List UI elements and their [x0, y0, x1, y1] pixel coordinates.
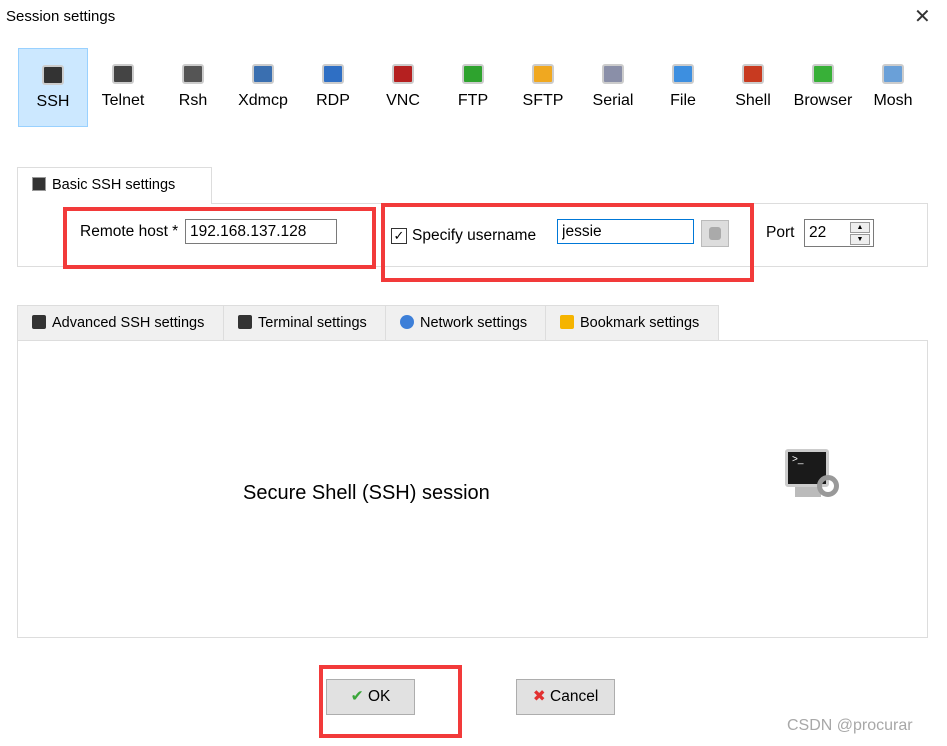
annotation-box-username — [381, 203, 754, 282]
session-type-vnc[interactable]: VNC — [368, 48, 438, 127]
session-type-label: File — [670, 92, 696, 109]
session-type-label: Mosh — [873, 92, 913, 109]
session-type-label: Xdmcp — [238, 92, 288, 109]
terminal-settings-icon — [238, 315, 252, 329]
session-type-browser[interactable]: Browser — [788, 48, 858, 127]
ftp-icon — [462, 64, 484, 84]
sftp-icon — [532, 64, 554, 84]
mosh-icon — [882, 64, 904, 84]
session-type-label: VNC — [386, 92, 420, 109]
tab-advanced-ssh-settings[interactable]: Advanced SSH settings — [17, 305, 224, 341]
session-type-label: Telnet — [101, 92, 145, 109]
cancel-label: Cancel — [550, 688, 599, 705]
session-description: Secure Shell (SSH) session — [243, 482, 490, 504]
vnc-icon — [392, 64, 414, 84]
shell-icon — [742, 64, 764, 84]
ssh-session-icon: >_ — [783, 447, 847, 512]
cancel-button[interactable]: ✖ Cancel — [516, 679, 615, 715]
session-type-file[interactable]: File — [648, 48, 718, 127]
annotation-box-remote-host — [63, 207, 376, 269]
session-type-label: Serial — [592, 92, 634, 109]
network-icon — [400, 315, 414, 329]
session-type-label: Shell — [735, 92, 771, 109]
port-decrement-button[interactable]: ▼ — [850, 234, 870, 245]
session-type-rdp[interactable]: RDP — [298, 48, 368, 127]
star-icon — [560, 315, 574, 329]
session-type-label: Rsh — [178, 92, 208, 109]
xdmcp-icon — [252, 64, 274, 84]
ssh-icon — [42, 65, 64, 85]
session-type-serial[interactable]: Serial — [578, 48, 648, 127]
browser-icon — [812, 64, 834, 84]
serial-icon — [602, 64, 624, 84]
session-type-ssh[interactable]: SSH — [18, 48, 88, 127]
tab-label: Terminal settings — [258, 315, 367, 331]
telnet-icon — [112, 64, 134, 84]
session-type-ftp[interactable]: FTP — [438, 48, 508, 127]
session-type-label: RDP — [316, 92, 350, 109]
close-icon[interactable]: ✕ — [914, 4, 931, 29]
session-type-label: SSH — [36, 93, 70, 110]
session-type-sftp[interactable]: SFTP — [508, 48, 578, 127]
session-type-shell[interactable]: Shell — [718, 48, 788, 127]
session-type-label: FTP — [457, 92, 489, 109]
tab-terminal-settings[interactable]: Terminal settings — [223, 305, 386, 341]
tab-bookmark-settings[interactable]: Bookmark settings — [545, 305, 719, 341]
tab-basic-ssh-settings[interactable]: Basic SSH settings — [17, 167, 212, 204]
session-type-label: SFTP — [522, 92, 564, 109]
session-type-xdmcp[interactable]: Xdmcp — [228, 48, 298, 127]
rdp-icon — [322, 64, 344, 84]
terminal-icon — [32, 315, 46, 329]
port-label: Port — [766, 224, 795, 241]
tab-network-settings[interactable]: Network settings — [385, 305, 546, 341]
watermark: CSDN @procurar — [787, 717, 913, 734]
session-type-mosh[interactable]: Mosh — [858, 48, 928, 127]
terminal-icon — [32, 177, 46, 191]
tab-label: Network settings — [420, 315, 528, 331]
window-title: Session settings — [6, 8, 116, 25]
rsh-icon — [182, 64, 204, 84]
tab-label: Basic SSH settings — [52, 177, 176, 193]
session-type-rsh[interactable]: Rsh — [158, 48, 228, 127]
annotation-box-ok — [319, 665, 462, 738]
session-type-telnet[interactable]: Telnet — [88, 48, 158, 127]
session-type-label: Browser — [793, 92, 853, 109]
cross-icon: ✖ — [532, 688, 546, 705]
port-increment-button[interactable]: ▲ — [850, 222, 870, 233]
tab-label: Advanced SSH settings — [52, 315, 205, 331]
file-icon — [672, 64, 694, 84]
tab-label: Bookmark settings — [580, 315, 700, 331]
